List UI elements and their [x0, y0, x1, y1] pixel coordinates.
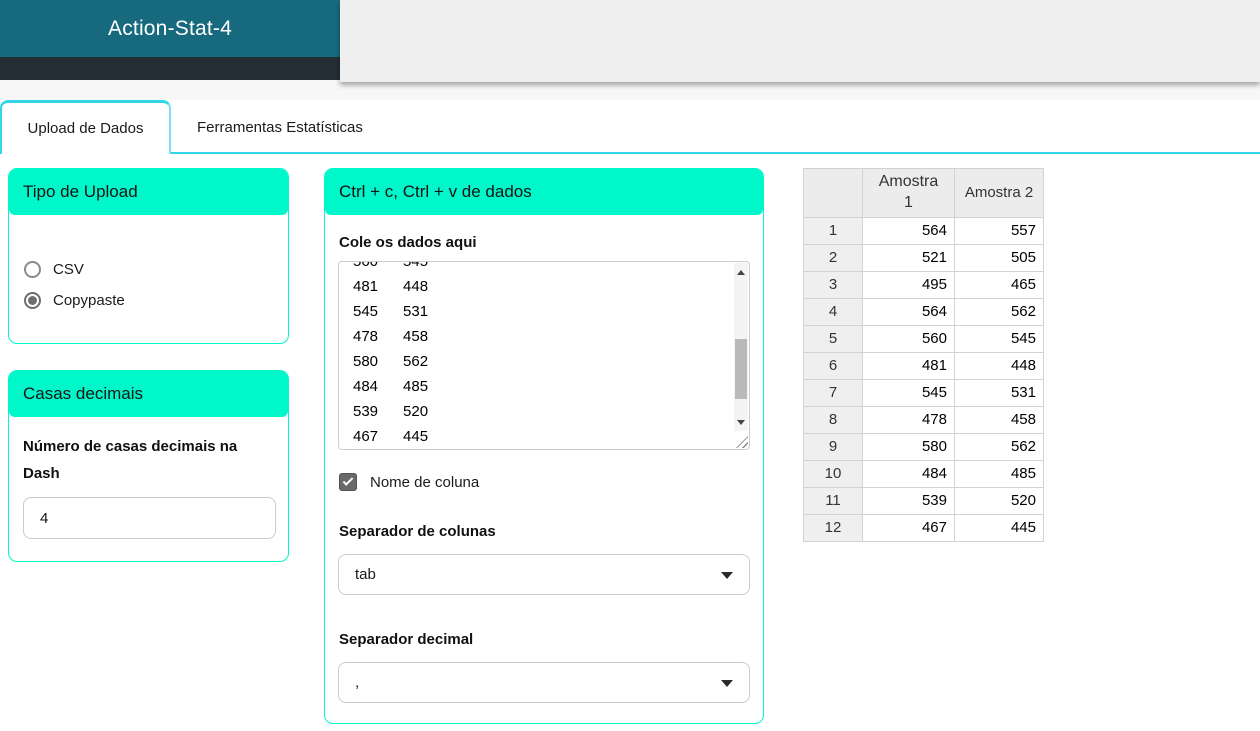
- header-substrip: [0, 80, 1260, 100]
- textarea-label: Cole os dados aqui: [339, 234, 477, 251]
- radio-unchecked-icon: [24, 260, 41, 278]
- table-row: 6 481 448: [803, 351, 1044, 380]
- table-header-row: Amostra 1 Amostra 2: [803, 168, 1044, 218]
- column-name-checkbox-row[interactable]: Nome de coluna: [339, 472, 763, 492]
- app-title: Action-Stat-4: [108, 16, 232, 40]
- decimals-input-label: Número de casas decimais na Dash: [23, 438, 238, 482]
- table-row: 2 521 505: [803, 243, 1044, 272]
- chevron-down-icon: [721, 572, 733, 579]
- amostra1-header: Amostra 1: [862, 168, 955, 218]
- checkbox-checked-icon: [339, 473, 357, 491]
- paste-data-textarea[interactable]: 560 545 481 448 545 531 478 458 580 562 …: [338, 261, 750, 450]
- scroll-down-icon[interactable]: [734, 415, 748, 429]
- textarea-scrollbar[interactable]: [734, 263, 748, 431]
- scroll-up-icon[interactable]: [734, 265, 748, 279]
- radio-option-csv[interactable]: CSV: [24, 259, 288, 279]
- decimal-separator-value: ,: [355, 674, 360, 691]
- chevron-down-icon: [721, 680, 733, 687]
- table-row: 3 495 465: [803, 270, 1044, 299]
- decimal-separator-label: Separador decimal: [339, 631, 474, 648]
- navbar-area: [340, 0, 1260, 82]
- column-separator-select[interactable]: tab: [338, 554, 750, 595]
- radio-label: Copypaste: [53, 291, 125, 309]
- checkbox-label: Nome de coluna: [370, 473, 480, 491]
- amostra2-header: Amostra 2: [954, 168, 1044, 218]
- textarea-content: 560 545 481 448 545 531 478 458 580 562 …: [353, 261, 429, 445]
- tab-label: Ferramentas Estatísticas: [197, 119, 363, 136]
- upload-type-panel-title: Tipo de Upload: [9, 169, 288, 215]
- table-row: 10 484 485: [803, 459, 1044, 488]
- tab-upload-de-dados[interactable]: Upload de Dados: [0, 100, 171, 154]
- table-row: 12 467 445: [803, 513, 1044, 542]
- decimals-panel-title: Casas decimais: [9, 371, 288, 417]
- column-separator-value: tab: [355, 566, 376, 583]
- radio-option-copypaste[interactable]: Copypaste: [24, 290, 288, 310]
- column-separator-label: Separador de colunas: [339, 523, 496, 540]
- tab-ferramentas-estatisticas[interactable]: Ferramentas Estatísticas: [173, 103, 387, 152]
- tab-label: Upload de Dados: [27, 120, 144, 137]
- table-row: 5 560 545: [803, 324, 1044, 353]
- radio-checked-icon: [24, 291, 41, 309]
- paste-panel-title: Ctrl + c, Ctrl + v de dados: [325, 169, 763, 215]
- sidebar-strip: [0, 57, 340, 80]
- app-header: Action-Stat-4: [0, 0, 340, 57]
- table-row: 1 564 557: [803, 216, 1044, 245]
- tab-bar-underline: [171, 152, 1260, 154]
- table-row: 7 545 531: [803, 378, 1044, 407]
- radio-label: CSV: [53, 260, 84, 278]
- paste-data-panel: Ctrl + c, Ctrl + v de dados Cole os dado…: [324, 168, 764, 724]
- decimals-panel: Casas decimais Número de casas decimais …: [8, 370, 289, 562]
- table-row: 4 564 562: [803, 297, 1044, 326]
- decimals-input[interactable]: [23, 497, 276, 539]
- upload-type-panel: Tipo de Upload CSV Copypaste: [8, 168, 289, 344]
- table-row: 8 478 458: [803, 405, 1044, 434]
- row-index-header: [803, 168, 863, 218]
- decimal-separator-select[interactable]: ,: [338, 662, 750, 703]
- table-row: 11 539 520: [803, 486, 1044, 515]
- tab-bar: Upload de Dados Ferramentas Estatísticas: [0, 100, 1260, 154]
- app-screen: Action-Stat-4 Upload de Dados Ferramenta…: [0, 0, 1260, 731]
- data-preview-table: Amostra 1 Amostra 2 1 564 557 2 521 505 …: [803, 168, 1044, 542]
- scrollbar-thumb[interactable]: [735, 339, 747, 399]
- table-row: 9 580 562: [803, 432, 1044, 461]
